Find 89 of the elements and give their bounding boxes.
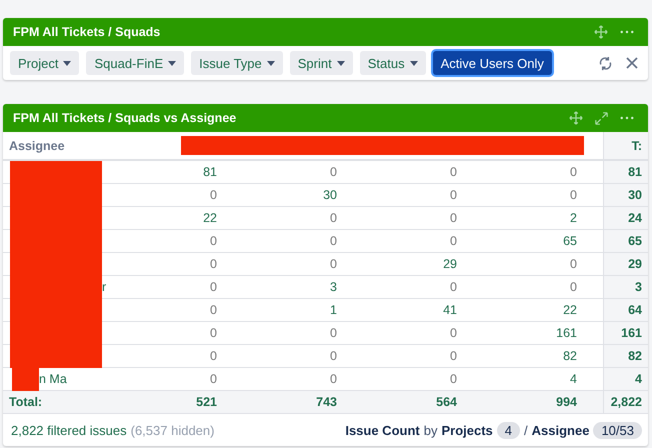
table-cell: 64 <box>628 303 642 317</box>
caret-icon <box>336 60 345 66</box>
table-cell: 0 <box>570 165 577 179</box>
panel-title: FPM All Tickets / Squads <box>13 25 162 39</box>
total-label: Total: <box>8 395 42 409</box>
assignee-name: r <box>102 280 106 294</box>
dimension-label: Assignee <box>532 422 590 438</box>
more-icon[interactable] <box>620 30 634 34</box>
table-cell: 4 <box>570 372 577 386</box>
panel-title: FPM All Tickets / Squads vs Assignee <box>13 111 238 125</box>
table-cell: 3 <box>635 280 642 294</box>
table-cell: 0 <box>210 234 217 248</box>
table-cell: 3 <box>330 280 337 294</box>
table-cell: 0 <box>330 326 337 340</box>
table-cell: 0 <box>450 372 457 386</box>
table-cell: 65 <box>628 234 642 248</box>
table-cell: 0 <box>330 211 337 225</box>
toggle-button[interactable]: Active Users Only <box>432 51 552 75</box>
table-cell: 0 <box>450 349 457 363</box>
table-cell: 22 <box>563 303 577 317</box>
table-cell: 0 <box>450 234 457 248</box>
table-cell: 0 <box>210 349 217 363</box>
caret-icon <box>410 60 418 66</box>
table-cell: 0 <box>330 257 337 271</box>
table-cell: 0 <box>570 280 577 294</box>
table-cell: 0 <box>210 326 217 340</box>
table-cell: 994 <box>556 395 577 409</box>
table-cell: 29 <box>628 257 642 271</box>
table-cell: 521 <box>196 395 217 409</box>
column-header: T: <box>632 138 642 152</box>
table-cell: 0 <box>330 372 337 386</box>
table-cell: 743 <box>316 395 337 409</box>
table-cell: 2 <box>570 211 577 225</box>
caret-icon <box>266 60 275 66</box>
column-header: Assignee <box>8 138 65 152</box>
filter-dropdown[interactable]: Issue Type <box>191 51 283 75</box>
close-icon[interactable] <box>626 57 638 69</box>
table-cell: 0 <box>210 303 217 317</box>
table-cell: 22 <box>203 211 217 225</box>
refresh-icon[interactable] <box>598 56 613 70</box>
count-badge: 10/53 <box>593 422 642 438</box>
table-cell: 0 <box>330 165 337 179</box>
table-cell: 0 <box>450 326 457 340</box>
assignee-name: n Ma <box>39 372 67 386</box>
filtered-count: 2,822 filtered issues <box>11 422 127 438</box>
count-badge: 4 <box>496 422 520 438</box>
table-cell: 0 <box>450 165 457 179</box>
by-label: by <box>424 422 438 438</box>
table-cell: 82 <box>563 349 577 363</box>
table-cell: 81 <box>203 165 217 179</box>
table-cell: 0 <box>450 280 457 294</box>
move-icon[interactable] <box>594 25 608 39</box>
table-cell: 30 <box>323 188 337 202</box>
table-cell: 0 <box>330 349 337 363</box>
table-cell: 82 <box>628 349 642 363</box>
more-icon[interactable] <box>620 116 634 120</box>
measure-label: Issue Count <box>345 422 420 438</box>
filter-dropdown[interactable]: Project <box>10 51 80 75</box>
table-cell: 0 <box>210 372 217 386</box>
table-cell: 0 <box>570 188 577 202</box>
table-cell: 81 <box>628 165 642 179</box>
table-cell: 564 <box>436 395 457 409</box>
filter-dropdown[interactable]: Squad-FinE <box>86 51 184 75</box>
caret-icon <box>63 60 72 66</box>
filter-dropdown[interactable]: Sprint <box>290 51 353 75</box>
table-cell: 0 <box>210 188 217 202</box>
hidden-count: (6,537 hidden) <box>130 422 214 438</box>
table-cell: 4 <box>635 372 642 386</box>
table-cell: 24 <box>628 211 642 225</box>
caret-icon <box>168 60 176 66</box>
table-cell: 0 <box>330 234 337 248</box>
dimension-label: Projects <box>441 422 493 438</box>
table-cell: 30 <box>628 188 642 202</box>
table-cell: 0 <box>450 188 457 202</box>
table-cell: 41 <box>443 303 457 317</box>
move-icon[interactable] <box>569 111 583 125</box>
table-cell: 161 <box>621 326 642 340</box>
table-cell: 0 <box>210 280 217 294</box>
table-cell: 0 <box>570 257 577 271</box>
table-cell: 0 <box>210 257 217 271</box>
table-cell: 65 <box>563 234 577 248</box>
table-cell: 2,822 <box>610 395 642 409</box>
table-cell: 0 <box>450 211 457 225</box>
expand-icon[interactable] <box>595 112 608 124</box>
table-cell: 161 <box>556 326 577 340</box>
separator-label: / <box>524 422 528 438</box>
table-cell: 29 <box>443 257 457 271</box>
filter-dropdown[interactable]: Status <box>360 51 426 75</box>
table-cell: 1 <box>330 303 337 317</box>
